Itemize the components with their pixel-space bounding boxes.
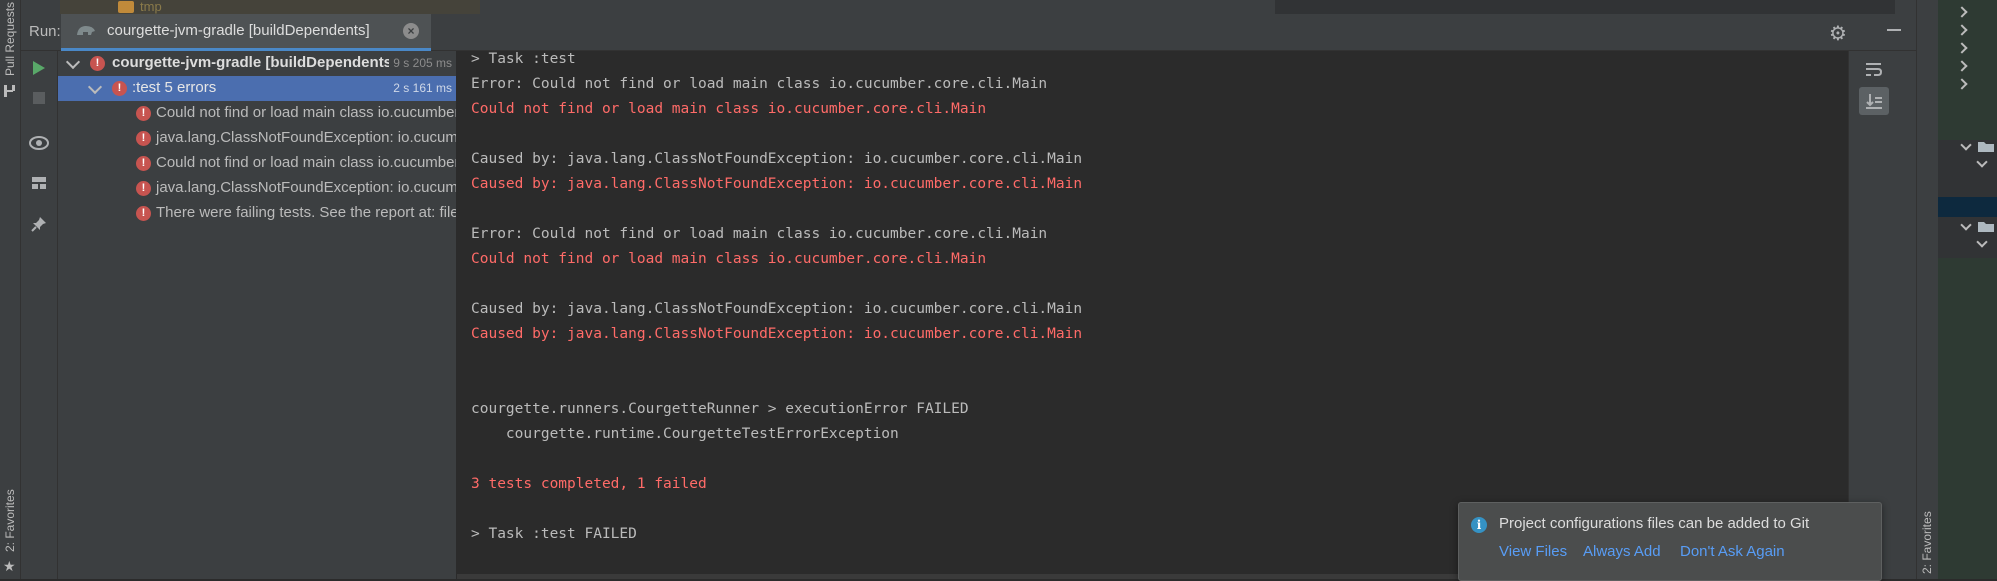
console-toolbar <box>1848 51 1917 579</box>
console-error-line: Caused by: java.lang.ClassNotFoundExcept… <box>471 326 1083 342</box>
run-window-header: Run: courgette-jvm-gradle [buildDependen… <box>21 14 1916 51</box>
info-icon: i <box>1471 517 1487 533</box>
tab-title: courgette-jvm-gradle [buildDependents] <box>107 22 370 39</box>
error-icon: ! <box>136 106 151 121</box>
chevron-down-icon[interactable] <box>65 54 81 70</box>
tree-item-time: 2 s 161 ms <box>389 81 452 95</box>
chevron-down-icon[interactable] <box>87 79 103 95</box>
rerun-icon[interactable] <box>21 53 57 83</box>
notification-message: Project configurations files can be adde… <box>1499 515 1810 532</box>
tree-item-label: java.lang.ClassNotFoundException: io.cuc… <box>156 129 457 146</box>
tree-item-label: There were failing tests. See the report… <box>156 204 457 221</box>
tree-item-label: courgette-jvm-gradle [buildDependents] <box>112 54 398 71</box>
tree-item-error[interactable]: ! Could not find or load main class io.c… <box>58 101 456 126</box>
always-add-link[interactable]: Always Add <box>1583 543 1661 560</box>
console-line: > Task :test FAILED <box>471 526 637 542</box>
error-icon: ! <box>90 56 105 71</box>
console-error-line: Caused by: java.lang.ClassNotFoundExcept… <box>471 176 1083 192</box>
tree-item-test[interactable]: ! :test 5 errors 2 s 161 ms <box>58 76 456 101</box>
favorites-tool-button[interactable]: 2: Favorites <box>1920 511 1934 574</box>
close-tab-icon[interactable]: × <box>403 23 419 39</box>
tree-item-error[interactable]: ! java.lang.ClassNotFoundException: io.c… <box>58 126 456 151</box>
error-icon: ! <box>136 156 151 171</box>
error-icon: ! <box>136 131 151 146</box>
selected-row[interactable] <box>1938 197 1997 217</box>
run-label: Run: <box>29 23 61 40</box>
tree-item-root[interactable]: ! courgette-jvm-gradle [buildDependents]… <box>58 51 456 76</box>
tab-courgette-jvm-gradle[interactable]: courgette-jvm-gradle [buildDependents] × <box>61 14 431 51</box>
console-line: courgette.runners.CourgetteRunner > exec… <box>471 401 969 417</box>
tree-item-label: Could not find or load main class io.cuc… <box>156 104 457 121</box>
tree-item-error[interactable]: ! java.lang.ClassNotFoundException: io.c… <box>58 176 456 201</box>
console-line: Caused by: java.lang.ClassNotFoundExcept… <box>471 301 1083 317</box>
soft-wrap-icon[interactable] <box>1859 55 1889 83</box>
tree-item-time: 9 s 205 ms <box>389 56 452 70</box>
tree-item-error[interactable]: ! There were failing tests. See the repo… <box>58 201 456 226</box>
editor-top-strip: tmp <box>0 0 1997 14</box>
folder-icon <box>1978 142 1994 152</box>
error-icon: ! <box>112 81 127 96</box>
gear-icon[interactable]: ⚙ <box>1829 21 1847 46</box>
error-icon: ! <box>136 181 151 196</box>
eye-icon[interactable] <box>21 128 57 158</box>
right-side-panel <box>1938 0 1997 579</box>
git-notification-balloon: i Project configurations files can be ad… <box>1458 502 1882 581</box>
tree-item-label: Could not find or load main class io.cuc… <box>156 154 457 171</box>
tree-item-label: java.lang.ClassNotFoundException: io.cuc… <box>156 179 457 196</box>
test-results-tree: ! courgette-jvm-gradle [buildDependents]… <box>58 51 457 579</box>
panel-area <box>1938 258 1997 579</box>
tree-item-error[interactable]: ! Could not find or load main class io.c… <box>58 151 456 176</box>
tree-item-label: :test 5 errors <box>132 79 217 96</box>
layout-icon[interactable] <box>21 168 57 198</box>
console-line: courgette.runtime.CourgetteTestErrorExce… <box>471 426 899 442</box>
panel-area <box>1938 0 1997 140</box>
console-error-line: Could not find or load main class io.cuc… <box>471 101 987 117</box>
error-icon: ! <box>136 206 151 221</box>
favorites-tool-button[interactable]: 2: Favorites <box>3 489 17 552</box>
folder-icon <box>1978 222 1994 232</box>
left-tool-strip: Pull Requests 2: Favorites ★ <box>0 0 21 579</box>
pull-requests-tool-button[interactable]: Pull Requests <box>3 2 17 76</box>
console-line: Caused by: java.lang.ClassNotFoundExcept… <box>471 151 1083 167</box>
chevron-down-icon[interactable] <box>1960 219 1972 231</box>
view-files-link[interactable]: View Files <box>1499 543 1567 560</box>
run-toolbar <box>21 51 58 579</box>
console-output[interactable]: > Task :test Error: Could not find or lo… <box>457 51 1842 579</box>
right-tool-strip: 2: Favorites <box>1916 0 1939 579</box>
gradle-elephant-icon <box>77 26 95 35</box>
stop-icon[interactable] <box>21 83 57 113</box>
folder-icon <box>118 1 134 13</box>
console-line: Error: Could not find or load main class… <box>471 76 1048 92</box>
chevron-down-icon[interactable] <box>1960 139 1972 151</box>
minimize-icon[interactable] <box>1887 29 1901 31</box>
console-line: > Task :test <box>471 51 576 67</box>
console-line: Error: Could not find or load main class… <box>471 226 1048 242</box>
editor-right-stub <box>1275 0 1895 14</box>
folder-label[interactable]: tmp <box>140 0 162 14</box>
star-icon[interactable]: ★ <box>3 558 16 575</box>
console-error-line: 3 tests completed, 1 failed <box>471 476 707 492</box>
dont-ask-again-link[interactable]: Don't Ask Again <box>1680 543 1785 560</box>
pin-icon[interactable] <box>21 209 57 239</box>
chevron-down-icon[interactable] <box>1976 156 1988 168</box>
scroll-to-end-icon[interactable] <box>1859 87 1889 115</box>
branch-icon[interactable] <box>3 84 17 98</box>
console-error-line: Could not find or load main class io.cuc… <box>471 251 987 267</box>
chevron-down-icon[interactable] <box>1976 236 1988 248</box>
